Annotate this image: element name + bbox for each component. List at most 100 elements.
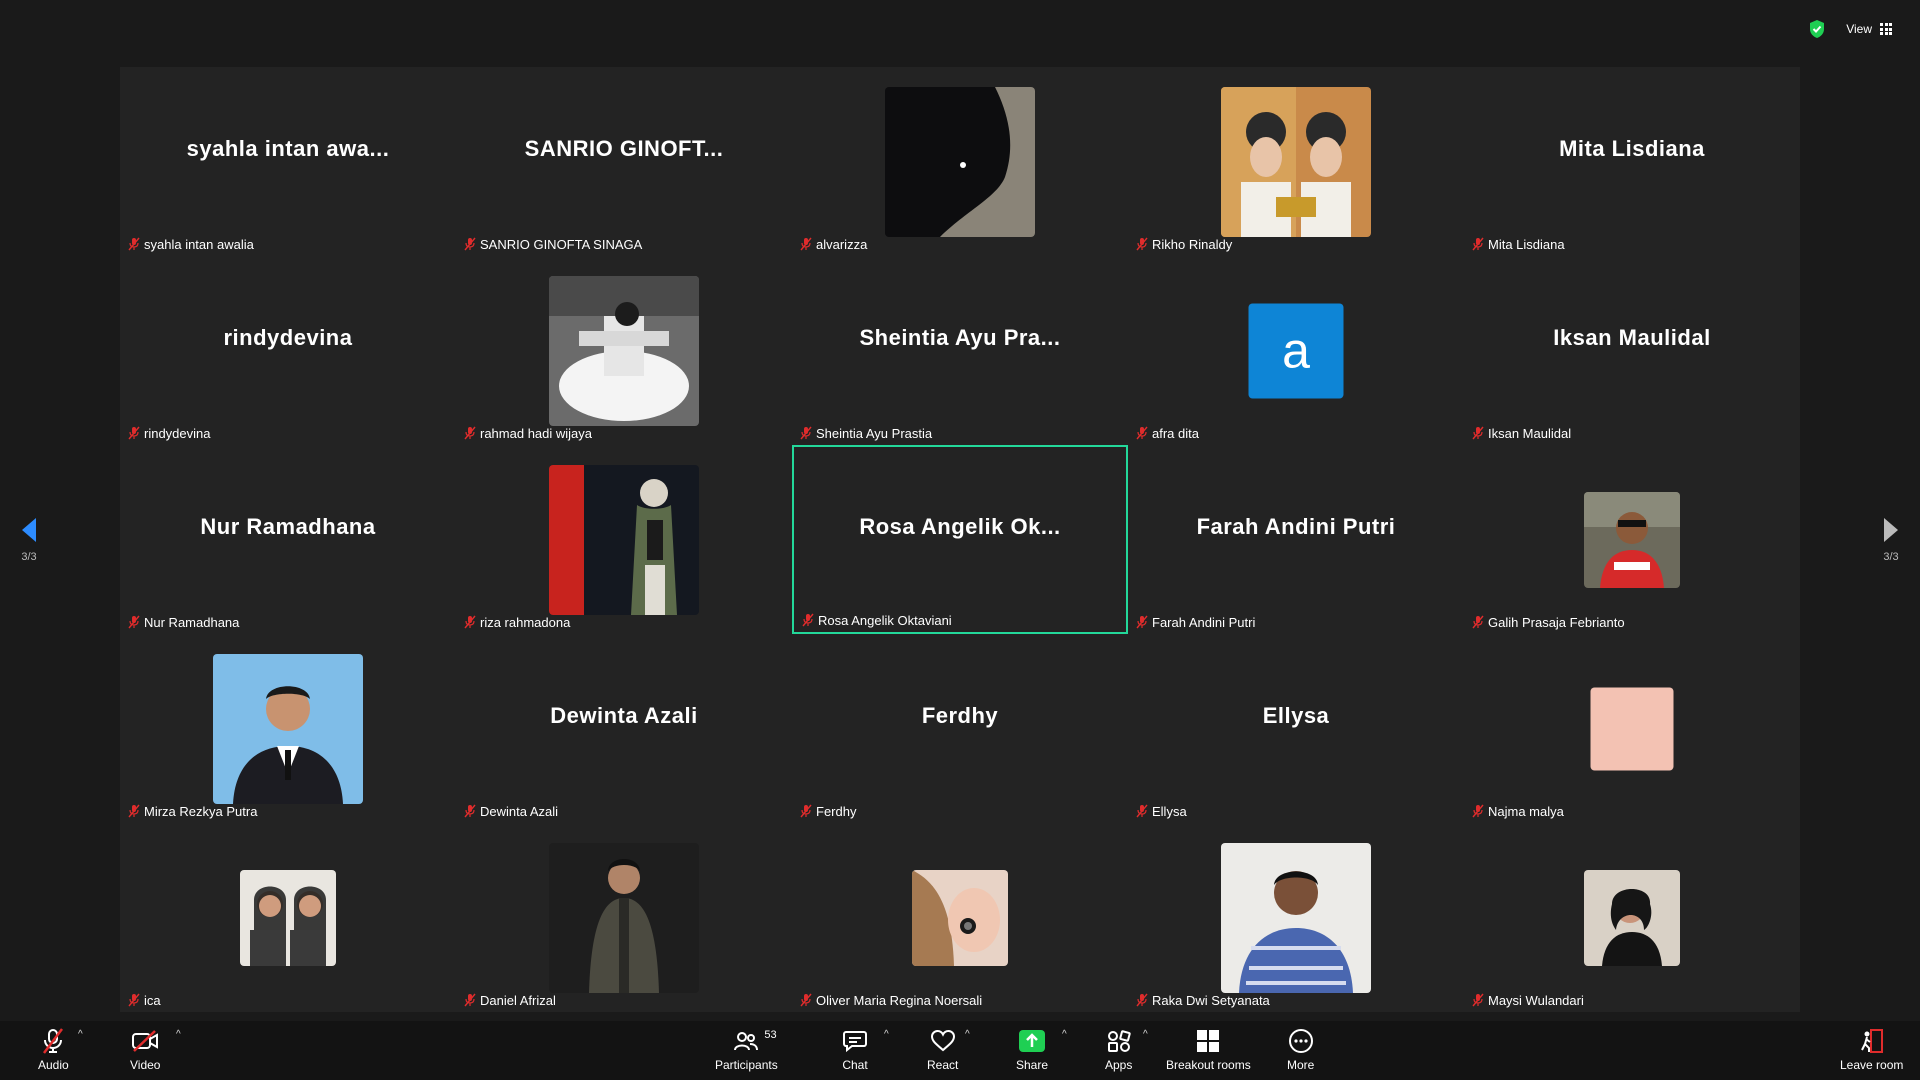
participant-name: Sheintia Ayu Prastia (816, 425, 933, 441)
mic-muted-icon (464, 804, 476, 818)
participant-name: Nur Ramadhana (144, 614, 240, 630)
apps-button[interactable]: Apps (1105, 1027, 1132, 1072)
participant-name: Daniel Afrizal (480, 992, 556, 1008)
mic-muted-icon (1136, 804, 1148, 818)
participant-name: Rosa Angelik Oktaviani (818, 612, 952, 628)
apps-options-caret[interactable]: ^ (1143, 1029, 1148, 1040)
mic-muted-icon (1472, 426, 1484, 440)
participant-display-name: Farah Andini Putri (1196, 513, 1396, 539)
participant-tile[interactable]: alvarizza (792, 67, 1128, 256)
participant-name: Raka Dwi Setyanata (1152, 992, 1270, 1008)
participant-label: ica (124, 990, 165, 1010)
participant-tile[interactable]: Daniel Afrizal (456, 823, 792, 1012)
participant-tile[interactable]: Farah Andini Putri Farah Andini Putri (1128, 445, 1464, 634)
security-shield-icon[interactable] (1808, 19, 1826, 39)
participant-tile[interactable]: Ferdhy Ferdhy (792, 634, 1128, 823)
video-options-caret[interactable]: ^ (176, 1029, 181, 1040)
participant-video (1221, 86, 1371, 237)
video-button[interactable]: Video (130, 1027, 160, 1072)
participant-tile[interactable]: Ellysa Ellysa (1128, 634, 1464, 823)
participant-label: Oliver Maria Regina Noersali (796, 990, 986, 1010)
participant-label: Rosa Angelik Oktaviani (798, 610, 956, 630)
participant-name: Iksan Maulidal (1488, 425, 1572, 441)
participant-name: SANRIO GINOFTA SINAGA (480, 236, 643, 252)
participant-tile[interactable]: Dewinta Azali Dewinta Azali (456, 634, 792, 823)
active-speaker-tile[interactable]: Rosa Angelik Ok... Rosa Angelik Oktavian… (792, 445, 1128, 634)
view-label: View (1846, 22, 1872, 36)
participant-video (1221, 842, 1371, 993)
chat-button[interactable]: Chat (842, 1027, 868, 1072)
participant-tile[interactable]: Nur Ramadhana Nur Ramadhana (120, 445, 456, 634)
mic-muted-icon (1472, 615, 1484, 629)
participant-label: Maysi Wulandari (1468, 990, 1588, 1010)
breakout-rooms-button[interactable]: Breakout rooms (1166, 1027, 1251, 1072)
participant-tile[interactable]: SANRIO GINOFT... SANRIO GINOFTA SINAGA (456, 67, 792, 256)
participant-tile[interactable]: syahla intan awa... syahla intan awalia (120, 67, 456, 256)
participant-display-name: Nur Ramadhana (200, 513, 376, 539)
participant-tile[interactable]: Oliver Maria Regina Noersali (792, 823, 1128, 1012)
chevron-left-icon (22, 518, 36, 542)
participant-name: Maysi Wulandari (1488, 992, 1584, 1008)
apps-icon (1107, 1030, 1131, 1052)
leave-room-button[interactable]: Leave room (1840, 1027, 1903, 1072)
mic-muted-icon (802, 613, 814, 627)
share-button[interactable]: Share (1016, 1027, 1048, 1072)
participant-label: syahla intan awalia (124, 234, 258, 254)
participant-name: Mirza Rezkya Putra (144, 803, 258, 819)
participant-label: Najma malya (1468, 801, 1568, 821)
participants-count: 53 (764, 1029, 777, 1041)
participant-label: Nur Ramadhana (124, 612, 243, 632)
more-button[interactable]: More (1287, 1027, 1314, 1072)
participant-name: Rikho Rinaldy (1152, 236, 1233, 252)
participant-tile[interactable]: Najma malya (1464, 634, 1800, 823)
react-button[interactable]: React (927, 1027, 958, 1072)
previous-page-button[interactable]: 3/3 (8, 490, 50, 590)
participant-label: Sheintia Ayu Prastia (796, 423, 936, 443)
participant-display-name: Ellysa (1262, 702, 1330, 728)
participant-video (549, 275, 699, 426)
leave-door-icon (1860, 1029, 1883, 1053)
react-options-caret[interactable]: ^ (965, 1029, 970, 1040)
mic-muted-icon (1472, 237, 1484, 251)
participant-tile[interactable]: Mita Lisdiana Mita Lisdiana (1464, 67, 1800, 256)
participants-button[interactable]: 53 Participants (715, 1027, 778, 1072)
audio-button[interactable]: Audio (38, 1027, 69, 1072)
participant-tile[interactable]: Rikho Rinaldy (1128, 67, 1464, 256)
participant-label: Iksan Maulidal (1468, 423, 1575, 443)
next-page-button[interactable]: 3/3 (1870, 490, 1912, 590)
mic-muted-icon (800, 426, 812, 440)
participant-display-name: Mita Lisdiana (1559, 135, 1705, 161)
mic-muted-icon (128, 804, 140, 818)
participant-avatar (240, 869, 336, 966)
participant-video (549, 842, 699, 993)
participant-name: Ellysa (1152, 803, 1187, 819)
apps-label: Apps (1105, 1058, 1133, 1072)
participant-tile[interactable]: riza rahmadona (456, 445, 792, 634)
participant-tile[interactable]: Raka Dwi Setyanata (1128, 823, 1464, 1012)
participant-tile[interactable]: rindydevina rindydevina (120, 256, 456, 445)
participant-label: Ellysa (1132, 801, 1191, 821)
participant-tile[interactable]: ica (120, 823, 456, 1012)
chevron-right-icon (1884, 518, 1898, 542)
chat-options-caret[interactable]: ^ (884, 1029, 889, 1040)
participant-tile[interactable]: Mirza Rezkya Putra (120, 634, 456, 823)
view-button[interactable]: View (1838, 18, 1900, 40)
participant-label: Raka Dwi Setyanata (1132, 990, 1274, 1010)
participant-tile[interactable]: Galih Prasaja Febrianto (1464, 445, 1800, 634)
participant-tile[interactable]: rahmad hadi wijaya (456, 256, 792, 445)
grid-view-icon (1880, 23, 1892, 35)
share-options-caret[interactable]: ^ (1062, 1029, 1067, 1040)
chat-icon (843, 1031, 867, 1053)
participant-label: Farah Andini Putri (1132, 612, 1259, 632)
breakout-rooms-icon (1197, 1030, 1220, 1052)
participant-tile[interactable]: Iksan Maulidal Iksan Maulidal (1464, 256, 1800, 445)
participant-display-name: syahla intan awa... (186, 135, 390, 161)
participant-label: afra dita (1132, 423, 1203, 443)
participant-label: alvarizza (796, 234, 871, 254)
audio-options-caret[interactable]: ^ (78, 1029, 83, 1040)
participant-tile[interactable]: a afra dita (1128, 256, 1464, 445)
participant-label: riza rahmadona (460, 612, 574, 632)
mic-muted-icon (1136, 237, 1148, 251)
participant-tile[interactable]: Maysi Wulandari (1464, 823, 1800, 1012)
participant-tile[interactable]: Sheintia Ayu Pra... Sheintia Ayu Prastia (792, 256, 1128, 445)
